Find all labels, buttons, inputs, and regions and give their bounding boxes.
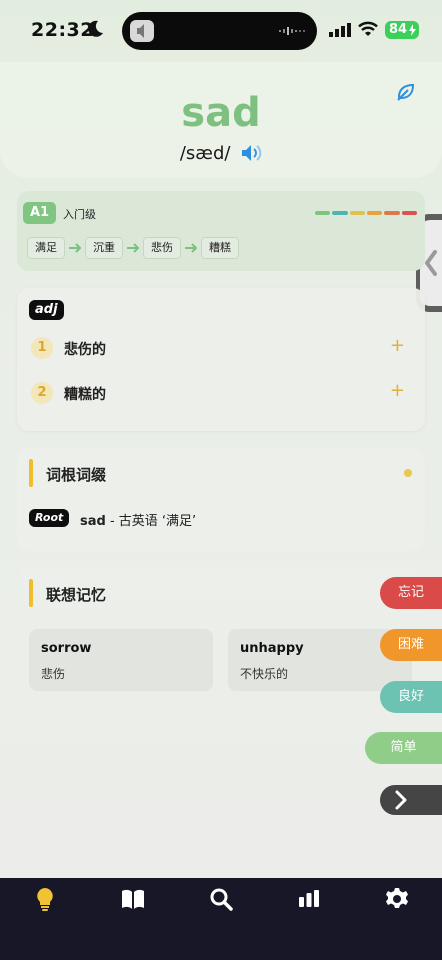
- root-description: sad - 古英语 ‘满足’: [80, 510, 196, 529]
- level-scale-bar: [315, 211, 417, 215]
- book-icon[interactable]: [120, 886, 146, 912]
- sense-number: 2: [31, 382, 53, 404]
- forget-button[interactable]: 忘记: [380, 577, 442, 609]
- lightbulb-icon[interactable]: [32, 886, 58, 912]
- level-bar-segment: [315, 211, 331, 215]
- association-card: 联想记忆 sorrow 悲伤 unhappy 不快乐的: [17, 567, 425, 724]
- headword: sad: [181, 90, 261, 136]
- chain-chip[interactable]: 悲伤: [143, 237, 181, 259]
- arrow-right-icon: [69, 243, 82, 253]
- association-word: sorrow: [41, 641, 92, 656]
- meaning-chain: 满足 沉重 悲伤 糟糕: [27, 237, 239, 259]
- root-word: sad: [80, 514, 106, 529]
- speaker-icon[interactable]: [240, 143, 262, 163]
- level-label: 入门级: [63, 208, 96, 221]
- sense-item[interactable]: 1 悲伤的 +: [31, 335, 411, 361]
- association-meaning: 悲伤: [41, 667, 66, 681]
- level-bar-segment: [366, 211, 383, 215]
- phonetic-text: /sæd/: [179, 142, 231, 164]
- phonetic-row: /sæd/: [0, 142, 442, 164]
- status-bar: 22:32 84: [0, 0, 442, 60]
- section-title: 词根词缀: [46, 466, 107, 484]
- search-icon[interactable]: [208, 886, 234, 912]
- bottom-nav: [0, 878, 442, 960]
- sense-text: 糟糕的: [64, 387, 106, 403]
- battery-indicator: 84: [385, 21, 419, 39]
- sense-number: 1: [31, 337, 53, 359]
- battery-level: 84: [389, 22, 408, 37]
- charging-bolt-icon: [409, 24, 416, 36]
- root-badge: Root: [29, 509, 70, 527]
- root-origin: - 古英语 ‘满足’: [105, 514, 197, 529]
- chain-chip[interactable]: 满足: [27, 237, 65, 259]
- next-button[interactable]: [380, 785, 442, 815]
- easy-button[interactable]: 简单: [365, 732, 442, 764]
- level-bar-segment: [384, 211, 400, 215]
- dynamic-island: [122, 12, 317, 50]
- level-bar-segment: [401, 211, 417, 215]
- level-card: A1 入门级 满足 沉重 悲伤 糟糕: [17, 191, 425, 271]
- chevron-right-icon: [395, 790, 407, 810]
- section-accent-bar: [29, 579, 33, 607]
- level-bar-segment: [349, 211, 365, 215]
- settings-icon[interactable]: [384, 886, 410, 912]
- part-of-speech-badge: adj: [29, 300, 64, 320]
- arrow-right-icon: [185, 243, 198, 253]
- section-title: 联想记忆: [46, 586, 107, 604]
- stats-icon[interactable]: [296, 886, 322, 912]
- section-accent-bar: [29, 459, 33, 487]
- association-word: unhappy: [240, 641, 304, 656]
- signal-icon: [329, 23, 351, 37]
- hard-button[interactable]: 困难: [380, 629, 442, 661]
- wifi-icon: [358, 21, 378, 36]
- status-time: 22:32: [31, 19, 94, 41]
- meanings-card: adj 1 悲伤的 + 2 糟糕的 +: [17, 288, 425, 431]
- association-meaning: 不快乐的: [240, 667, 289, 681]
- arrow-right-icon: [127, 243, 140, 253]
- root-affix-card: 词根词缀 Root sad - 古英语 ‘满足’: [17, 447, 425, 551]
- moon-icon: [88, 20, 103, 37]
- level-bar-segment: [332, 211, 348, 215]
- chain-chip[interactable]: 沉重: [85, 237, 123, 259]
- chain-chip[interactable]: 糟糕: [201, 237, 239, 259]
- association-item[interactable]: sorrow 悲伤: [29, 629, 213, 691]
- sense-item[interactable]: 2 糟糕的 +: [31, 380, 411, 406]
- speaker-app-icon: [130, 20, 154, 42]
- good-button[interactable]: 良好: [380, 681, 442, 713]
- status-dot: [404, 469, 412, 477]
- add-icon[interactable]: +: [390, 335, 405, 356]
- level-badge: A1: [23, 202, 56, 224]
- audio-wave-icon: [279, 27, 305, 35]
- sense-text: 悲伤的: [64, 342, 106, 358]
- add-icon[interactable]: +: [390, 380, 405, 401]
